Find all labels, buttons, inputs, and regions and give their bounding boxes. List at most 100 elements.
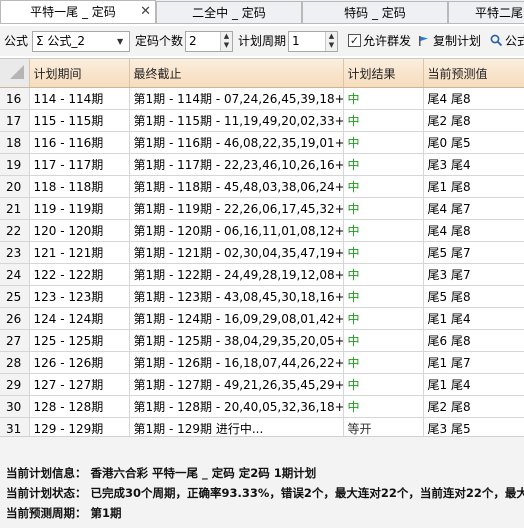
row-number[interactable]: 18 <box>0 131 30 154</box>
cell-result[interactable]: 中 <box>343 109 424 132</box>
cell-result[interactable]: 中 <box>343 329 424 352</box>
cell-deadline[interactable]: 第1期 - 114期 - 07,24,26,45,39,18+44 <box>129 87 344 110</box>
allow-group-label[interactable]: 允许群发 <box>363 26 411 56</box>
cell-prediction[interactable]: 尾1 尾8 <box>423 175 524 198</box>
cell-result[interactable]: 中 <box>343 175 424 198</box>
cell-prediction[interactable]: 尾2 尾8 <box>423 395 524 418</box>
table-row[interactable]: 31 129 - 129期 第1期 - 129期 进行中... 等开 尾3 尾5 <box>0 417 524 436</box>
table-row[interactable]: 16 114 - 114期 第1期 - 114期 - 07,24,26,45,39,… <box>0 87 524 110</box>
cell-prediction[interactable]: 尾4 尾8 <box>423 219 524 242</box>
cell-period[interactable]: 123 - 123期 <box>29 285 130 308</box>
search-icon[interactable] <box>490 34 503 47</box>
cell-deadline[interactable]: 第1期 - 128期 - 20,40,05,32,36,18+07 <box>129 395 344 418</box>
cell-result[interactable]: 中 <box>343 87 424 110</box>
cell-prediction[interactable]: 尾3 尾5 <box>423 417 524 436</box>
row-number[interactable]: 23 <box>0 241 30 264</box>
cell-result[interactable]: 中 <box>343 285 424 308</box>
table-row[interactable]: 20 118 - 118期 第1期 - 118期 - 45,48,03,38,06,… <box>0 175 524 198</box>
stepper-down-icon[interactable]: ▼ <box>221 41 232 50</box>
tab-erquanzhong[interactable]: 二全中 _ 定码 <box>156 1 302 23</box>
cell-period[interactable]: 128 - 128期 <box>29 395 130 418</box>
row-number[interactable]: 16 <box>0 87 30 110</box>
cell-period[interactable]: 119 - 119期 <box>29 197 130 220</box>
row-number[interactable]: 22 <box>0 219 30 242</box>
cell-result[interactable]: 等开 <box>343 417 424 436</box>
table-row[interactable]: 28 126 - 126期 第1期 - 126期 - 16,18,07,44,26,… <box>0 351 524 374</box>
table-row[interactable]: 17 115 - 115期 第1期 - 115期 - 11,19,49,20,02,… <box>0 109 524 132</box>
close-icon[interactable]: ✕ <box>140 1 151 23</box>
cell-period[interactable]: 124 - 124期 <box>29 307 130 330</box>
row-number[interactable]: 30 <box>0 395 30 418</box>
copy-flag-icon[interactable] <box>418 35 430 47</box>
stepper-down-icon[interactable]: ▼ <box>326 41 337 50</box>
copy-plan-button[interactable]: 复制计划 <box>433 26 481 56</box>
period-stepper[interactable]: 1 ▲ ▼ <box>288 31 338 52</box>
cell-deadline[interactable]: 第1期 - 115期 - 11,19,49,20,02,33+06 <box>129 109 344 132</box>
cell-result[interactable]: 中 <box>343 197 424 220</box>
cell-period[interactable]: 127 - 127期 <box>29 373 130 396</box>
cell-deadline[interactable]: 第1期 - 122期 - 24,49,28,19,12,08+37 <box>129 263 344 286</box>
cell-prediction[interactable]: 尾2 尾8 <box>423 109 524 132</box>
col-header-prediction[interactable]: 当前预测值 <box>423 59 524 88</box>
cell-period[interactable]: 125 - 125期 <box>29 329 130 352</box>
row-number[interactable]: 27 <box>0 329 30 352</box>
cell-deadline[interactable]: 第1期 - 127期 - 49,21,26,35,45,29+41 <box>129 373 344 396</box>
cell-result[interactable]: 中 <box>343 241 424 264</box>
cell-deadline[interactable]: 第1期 - 116期 - 46,08,22,35,19,01+30 <box>129 131 344 154</box>
col-header-period[interactable]: 计划期间 <box>29 59 130 88</box>
cell-period[interactable]: 114 - 114期 <box>29 87 130 110</box>
table-row[interactable]: 30 128 - 128期 第1期 - 128期 - 20,40,05,32,36,… <box>0 395 524 418</box>
cell-prediction[interactable]: 尾6 尾8 <box>423 329 524 352</box>
cell-result[interactable]: 中 <box>343 373 424 396</box>
cell-prediction[interactable]: 尾5 尾7 <box>423 241 524 264</box>
cell-prediction[interactable]: 尾4 尾7 <box>423 197 524 220</box>
count-stepper-buttons[interactable]: ▲ ▼ <box>220 32 232 51</box>
cell-deadline[interactable]: 第1期 - 117期 - 22,23,46,10,26,16+25 <box>129 153 344 176</box>
cell-deadline[interactable]: 第1期 - 129期 进行中... <box>129 417 344 436</box>
cell-result[interactable]: 中 <box>343 263 424 286</box>
cell-deadline[interactable]: 第1期 - 118期 - 45,48,03,38,06,24+05 <box>129 175 344 198</box>
cell-result[interactable]: 中 <box>343 219 424 242</box>
cell-period[interactable]: 122 - 122期 <box>29 263 130 286</box>
tab-tema[interactable]: 特码 _ 定码 <box>302 1 448 23</box>
table-row[interactable]: 21 119 - 119期 第1期 - 119期 - 22,26,06,17,45,… <box>0 197 524 220</box>
cell-result[interactable]: 中 <box>343 351 424 374</box>
cell-prediction[interactable]: 尾5 尾8 <box>423 285 524 308</box>
table-row[interactable]: 18 116 - 116期 第1期 - 116期 - 46,08,22,35,19,… <box>0 131 524 154</box>
cell-period[interactable]: 129 - 129期 <box>29 417 130 436</box>
cell-prediction[interactable]: 尾4 尾8 <box>423 87 524 110</box>
tab-pingte-erwei[interactable]: 平特二尾 <box>448 1 524 23</box>
cell-result[interactable]: 中 <box>343 395 424 418</box>
cell-prediction[interactable]: 尾1 尾4 <box>423 307 524 330</box>
stepper-up-icon[interactable]: ▲ <box>221 32 232 41</box>
row-number[interactable]: 29 <box>0 373 30 396</box>
table-row[interactable]: 25 123 - 123期 第1期 - 123期 - 43,08,45,30,18,… <box>0 285 524 308</box>
cell-period[interactable]: 120 - 120期 <box>29 219 130 242</box>
row-number[interactable]: 19 <box>0 153 30 176</box>
row-number[interactable]: 28 <box>0 351 30 374</box>
cell-deadline[interactable]: 第1期 - 124期 - 16,09,29,08,01,42+49 <box>129 307 344 330</box>
row-number[interactable]: 25 <box>0 285 30 308</box>
cell-result[interactable]: 中 <box>343 307 424 330</box>
table-row[interactable]: 29 127 - 127期 第1期 - 127期 - 49,21,26,35,45,… <box>0 373 524 396</box>
allow-group-checkbox[interactable]: ✓ <box>348 34 361 47</box>
cell-deadline[interactable]: 第1期 - 119期 - 22,26,06,17,45,32+24 <box>129 197 344 220</box>
row-number[interactable]: 26 <box>0 307 30 330</box>
cell-prediction[interactable]: 尾1 尾7 <box>423 351 524 374</box>
table-row[interactable]: 22 120 - 120期 第1期 - 120期 - 06,16,11,01,08,… <box>0 219 524 242</box>
table-row[interactable]: 27 125 - 125期 第1期 - 125期 - 38,04,29,35,20,… <box>0 329 524 352</box>
cell-prediction[interactable]: 尾3 尾4 <box>423 153 524 176</box>
cell-prediction[interactable]: 尾0 尾5 <box>423 131 524 154</box>
cell-prediction[interactable]: 尾1 尾4 <box>423 373 524 396</box>
cell-result[interactable]: 中 <box>343 153 424 176</box>
table-row[interactable]: 24 122 - 122期 第1期 - 122期 - 24,49,28,19,12,… <box>0 263 524 286</box>
formula-select[interactable]: Σ 公式_2 ▼ <box>32 31 130 52</box>
cell-deadline[interactable]: 第1期 - 121期 - 02,30,04,35,47,19+25 <box>129 241 344 264</box>
cell-period[interactable]: 126 - 126期 <box>29 351 130 374</box>
cell-deadline[interactable]: 第1期 - 120期 - 06,16,11,01,08,12+41 <box>129 219 344 242</box>
formula-search-button[interactable]: 公式 <box>505 26 524 56</box>
stepper-up-icon[interactable]: ▲ <box>326 32 337 41</box>
cell-period[interactable]: 116 - 116期 <box>29 131 130 154</box>
select-all-corner[interactable] <box>0 59 30 88</box>
row-number[interactable]: 24 <box>0 263 30 286</box>
